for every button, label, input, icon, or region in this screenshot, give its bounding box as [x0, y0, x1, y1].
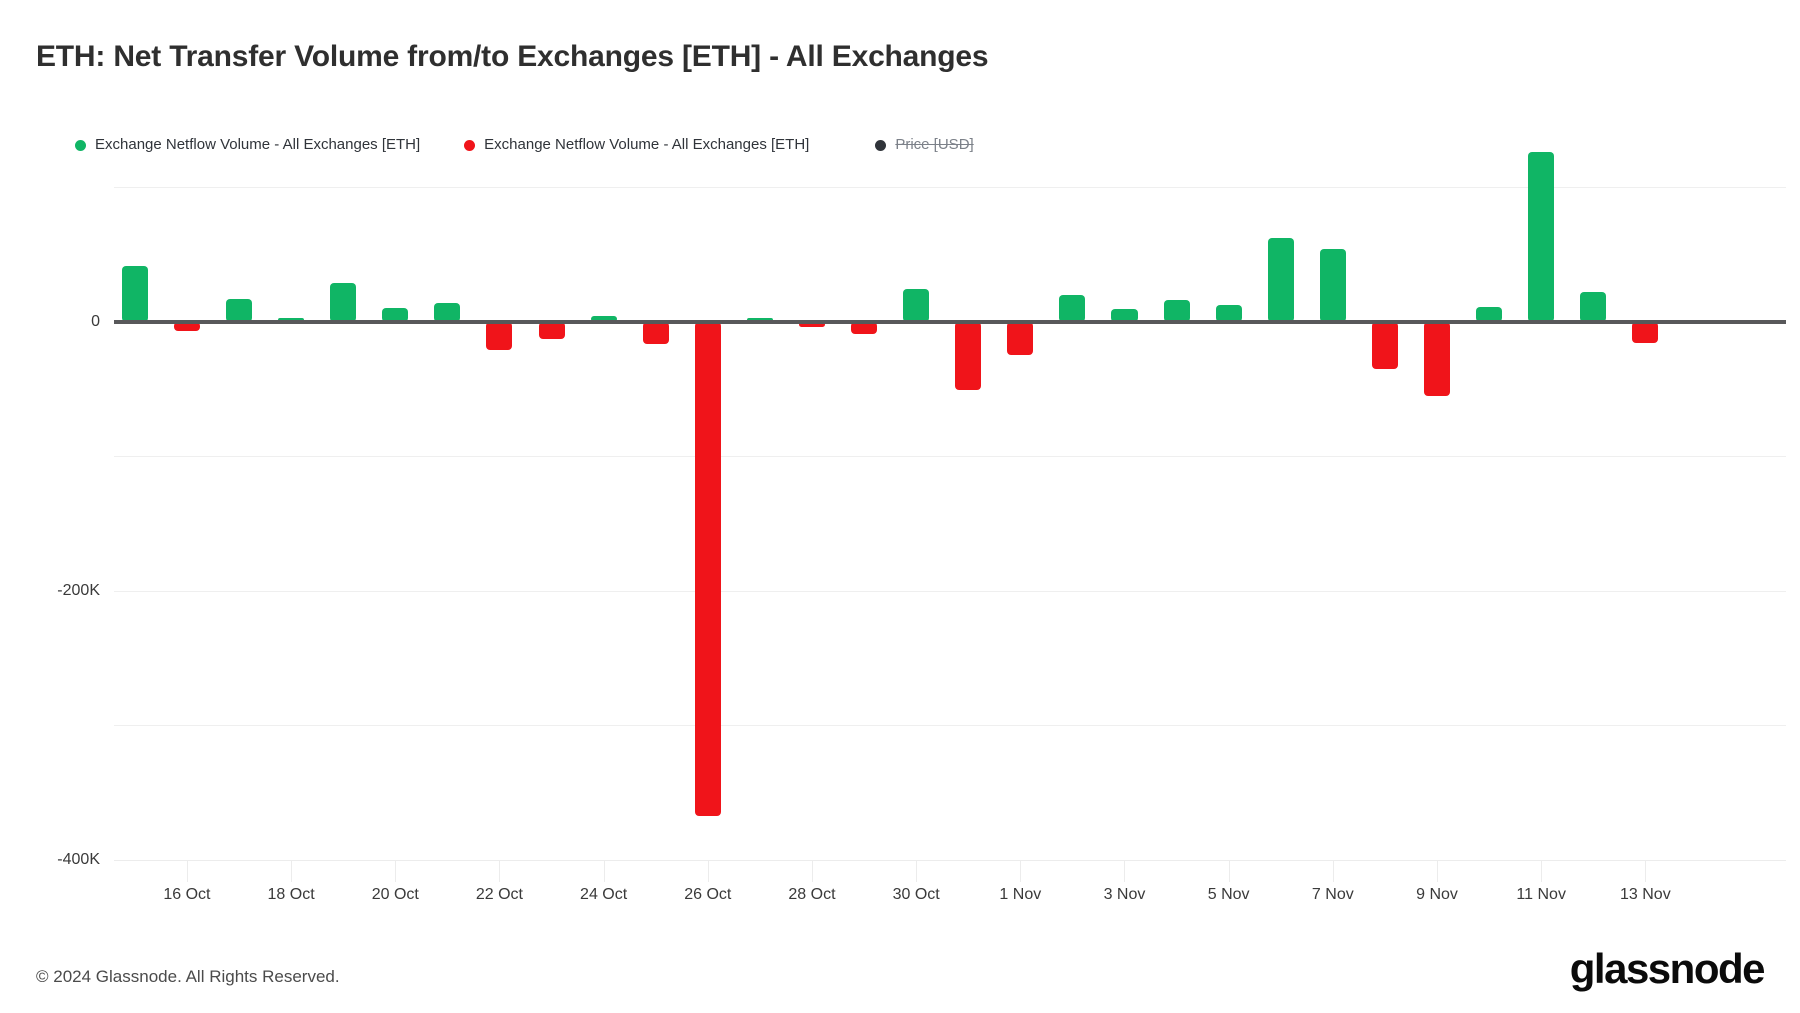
x-axis-tick-label: 30 Oct: [892, 886, 940, 903]
bar[interactable]: [1007, 321, 1034, 356]
x-axis-tick: [186, 860, 188, 882]
x-axis-tick: [1020, 860, 1022, 882]
x-axis-tick-label: 22 Oct: [475, 886, 524, 903]
bar[interactable]: [1528, 151, 1555, 322]
x-axis-tick-label: 7 Nov: [1311, 886, 1354, 903]
bar[interactable]: [642, 321, 669, 345]
bar[interactable]: [955, 321, 982, 391]
y-axis: 0 -200K -400K: [0, 160, 100, 868]
bar[interactable]: [225, 298, 253, 322]
legend-label: Price [USD]: [895, 136, 974, 153]
bar[interactable]: [1632, 321, 1659, 344]
x-axis-tick-label: 13 Nov: [1620, 886, 1671, 903]
bar[interactable]: [1580, 291, 1607, 322]
bar[interactable]: [121, 266, 148, 322]
x-axis-tick: [1645, 860, 1647, 882]
zero-axis-line: [114, 319, 1786, 324]
x-axis-tick: [811, 860, 813, 882]
circle-dot-icon: [464, 139, 476, 151]
x-axis-tick-label: 3 Nov: [1103, 886, 1146, 903]
bar[interactable]: [1267, 238, 1294, 322]
bar[interactable]: [903, 289, 930, 322]
chart-page: ETH: Net Transfer Volume from/to Exchang…: [0, 0, 1800, 1013]
x-axis-tick: [916, 860, 918, 882]
bar[interactable]: [1423, 321, 1451, 396]
bar[interactable]: [694, 321, 721, 816]
bar[interactable]: [1371, 321, 1398, 369]
bar[interactable]: [486, 321, 513, 350]
glassnode-logo: glassnode: [1569, 945, 1766, 992]
x-axis-tick: [603, 860, 605, 882]
x-axis-tick-label: 20 Oct: [371, 886, 419, 903]
x-axis-tick: [395, 860, 397, 882]
x-axis-tick: [499, 860, 501, 882]
x-axis-tick: [1124, 860, 1126, 882]
x-axis-tick-label: 24 Oct: [580, 886, 628, 903]
x-axis: 16 Oct 18 Oct 20 Oct 22 Oct 24 Oct 26 Oct 28 O…: [114, 860, 1786, 920]
bar-series: [114, 151, 1786, 860]
plot-area: [114, 151, 1786, 861]
legend-item-netflow-positive[interactable]: Exchange Netflow Volume - All Exchanges …: [75, 135, 420, 155]
bar[interactable]: [330, 282, 357, 322]
x-axis-tick: [1437, 860, 1439, 882]
x-axis-tick-label: 11 Nov: [1516, 886, 1566, 903]
bar[interactable]: [1059, 294, 1086, 322]
x-axis-tick-label: 1 Nov: [999, 886, 1042, 903]
chart-legend: Exchange Netflow Volume - All Exchanges …: [75, 135, 974, 155]
x-axis-tick: [291, 860, 293, 882]
circle-dot-icon: [875, 139, 887, 151]
bar[interactable]: [1319, 248, 1346, 322]
x-axis-tick-label: 9 Nov: [1416, 886, 1458, 903]
page-title: ETH: Net Transfer Volume from/to Exchang…: [36, 40, 989, 73]
bar[interactable]: [538, 321, 565, 340]
x-axis-tick-label: 18 Oct: [267, 886, 315, 903]
x-axis-tick: [1332, 860, 1334, 882]
x-axis-tick: [707, 860, 709, 882]
y-axis-tick-label: 0: [91, 312, 100, 330]
circle-dot-icon: [75, 139, 86, 151]
x-axis-tick-label: 26 Oct: [684, 886, 732, 903]
bar[interactable]: [1163, 300, 1190, 322]
x-axis-tick-label: 28 Oct: [788, 886, 836, 903]
legend-item-netflow-negative[interactable]: Exchange Netflow Volume - All Exchanges …: [464, 135, 809, 155]
x-axis-tick-label: 5 Nov: [1207, 886, 1250, 903]
x-axis-baseline: [114, 860, 1786, 861]
copyright-text: © 2024 Glassnode. All Rights Reserved.: [36, 967, 340, 986]
legend-label: Exchange Netflow Volume - All Exchanges …: [95, 136, 421, 153]
x-axis-tick: [1541, 860, 1543, 882]
y-axis-tick-label: -200K: [57, 581, 100, 599]
legend-item-price[interactable]: Price [USD]: [875, 135, 974, 155]
x-axis-tick: [1228, 860, 1230, 882]
y-axis-tick-label: -400K: [57, 851, 100, 868]
legend-label: Exchange Netflow Volume - All Exchanges …: [484, 136, 810, 153]
x-axis-tick-label: 16 Oct: [163, 886, 211, 903]
